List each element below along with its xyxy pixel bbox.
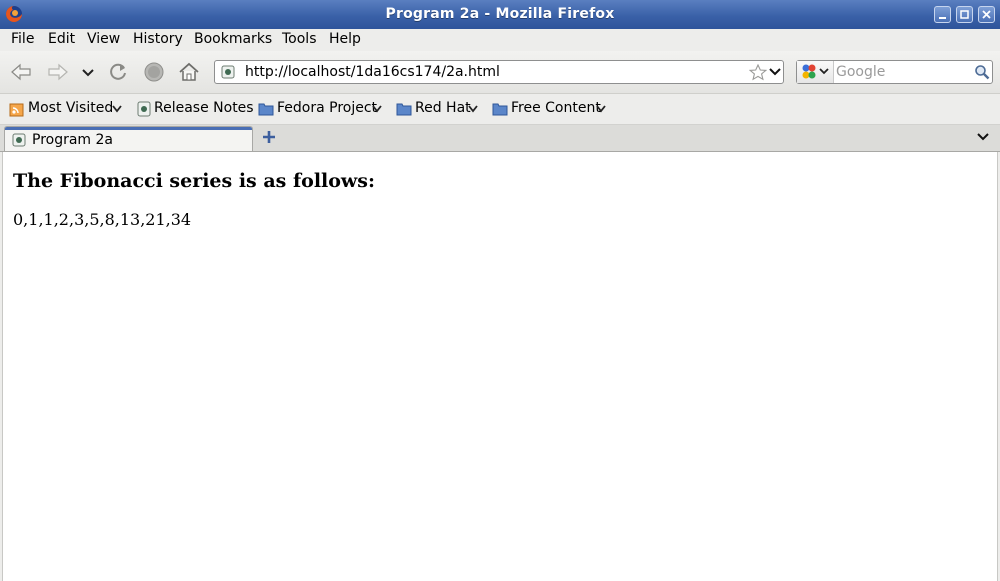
close-button[interactable] (978, 6, 995, 23)
page-icon (12, 133, 26, 147)
bookmark-most-visited[interactable]: Most Visited (9, 100, 123, 118)
menu-history[interactable]: History (133, 31, 183, 47)
bookmarks-toolbar: Most Visited Release Notes Fedora Projec… (0, 94, 1000, 125)
folder-icon (492, 103, 508, 116)
chevron-down-icon (112, 105, 122, 113)
rss-icon (9, 103, 24, 117)
forward-icon (48, 63, 68, 81)
bookmark-fedora-project[interactable]: Fedora Project (258, 100, 384, 118)
bookmark-red-hat[interactable]: Red Hat (396, 100, 480, 118)
minimize-button[interactable] (934, 6, 951, 23)
menu-view[interactable]: View (87, 31, 120, 47)
search-input[interactable] (836, 63, 972, 81)
chevron-down-icon (468, 105, 478, 113)
bookmark-release-notes[interactable]: Release Notes (137, 100, 254, 118)
bookmark-free-content[interactable]: Free Content (492, 100, 608, 118)
bookmark-label: Red Hat (415, 100, 471, 116)
tab-program-2a[interactable]: Program 2a (4, 126, 253, 151)
page-heading: The Fibonacci series is as follows: (13, 170, 376, 192)
menu-edit[interactable]: Edit (48, 31, 75, 47)
history-dropdown-button[interactable] (80, 61, 96, 83)
maximize-button[interactable] (956, 6, 973, 23)
menu-file[interactable]: File (11, 31, 34, 47)
tab-strip: Program 2a (0, 125, 1000, 152)
page-content: The Fibonacci series is as follows: 0,1,… (2, 152, 998, 581)
menu-tools[interactable]: Tools (282, 31, 317, 47)
url-text[interactable]: http://localhost/1da16cs174/2a.html (245, 64, 500, 80)
list-all-tabs-icon[interactable] (977, 132, 989, 142)
window-title: Program 2a - Mozilla Firefox (385, 6, 615, 22)
bookmark-label: Free Content (511, 100, 601, 116)
page-identity-icon[interactable] (221, 65, 235, 79)
bookmark-label: Release Notes (154, 100, 254, 116)
menu-bookmarks[interactable]: Bookmarks (194, 31, 272, 47)
navigation-toolbar: http://localhost/1da16cs174/2a.html (0, 51, 1000, 94)
tab-label: Program 2a (32, 132, 114, 148)
title-bar[interactable]: Program 2a - Mozilla Firefox (0, 0, 1000, 30)
new-tab-icon[interactable] (262, 130, 276, 144)
stop-icon (144, 62, 164, 82)
folder-icon (258, 103, 274, 116)
bookmark-label: Most Visited (28, 100, 114, 116)
maximize-icon (960, 10, 969, 19)
reload-button[interactable] (106, 61, 130, 83)
forward-button[interactable] (46, 61, 70, 83)
home-icon (179, 62, 199, 81)
stop-button[interactable] (142, 61, 166, 83)
back-icon (11, 63, 31, 81)
chevron-down-icon (372, 105, 382, 113)
url-history-dropdown-icon[interactable] (769, 67, 781, 77)
reload-icon (110, 63, 126, 80)
home-button[interactable] (177, 61, 201, 83)
menu-help[interactable]: Help (329, 31, 361, 47)
search-go-icon[interactable] (974, 64, 990, 80)
minimize-icon (939, 17, 946, 19)
close-icon (982, 10, 991, 19)
back-button[interactable] (9, 61, 33, 83)
history-dropdown-icon (82, 69, 94, 77)
bookmark-label: Fedora Project (277, 100, 378, 116)
folder-icon (396, 103, 412, 116)
url-bar[interactable]: http://localhost/1da16cs174/2a.html (214, 60, 784, 84)
search-engine-selector[interactable] (797, 61, 834, 83)
google-icon (802, 64, 829, 79)
firefox-window: Program 2a - Mozilla Firefox File Edit V… (0, 0, 1000, 581)
page-icon (137, 101, 151, 117)
search-bar[interactable] (796, 60, 993, 84)
bookmark-star-icon[interactable] (749, 64, 767, 81)
chevron-down-icon (596, 105, 606, 113)
active-tab-indicator (5, 127, 252, 130)
menu-bar: File Edit View History Bookmarks Tools H… (0, 29, 1000, 51)
fibonacci-series-text: 0,1,1,2,3,5,8,13,21,34 (13, 210, 192, 229)
